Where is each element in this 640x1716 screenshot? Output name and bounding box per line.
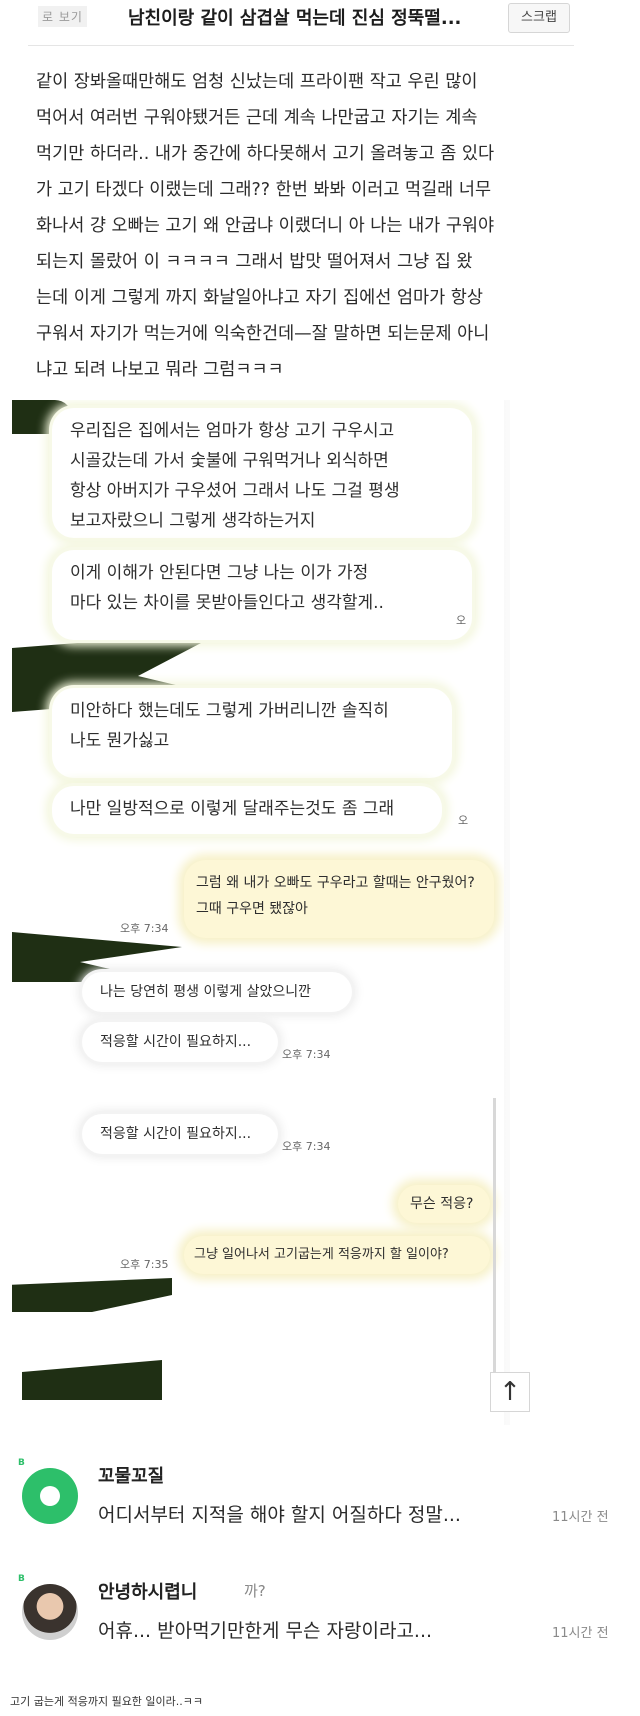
message-bubble: 적응할 시간이 필요하지...	[82, 1022, 278, 1062]
post-category-tag[interactable]: 로 보기	[38, 6, 87, 27]
comment-text: 어휴... 받아먹기만한게 무슨 자랑이라고...	[98, 1620, 433, 1642]
post-header: 로 보기 남친이랑 같이 삼겹살 먹는데 진심 정뚝떨... 스크랩	[28, 0, 574, 46]
chat-screenshot: 우리집은 집에서는 엄마가 항상 고기 구우시고 시골갔는데 가서 숯불에 구워…	[12, 400, 504, 1425]
caption-text: 고기 굽는게 적응까지 필요한 일이라..ㅋㅋ	[10, 1695, 204, 1708]
comment-author[interactable]: 꼬물꼬질	[98, 1462, 164, 1488]
message-bubble-mine: 무슨 적응?	[398, 1185, 490, 1223]
comment-item: B 안녕하시렵니 까? 어휴... 받아먹기만한게 무슨 자랑이라고... 11…	[18, 1568, 628, 1668]
post-title: 남친이랑 같이 삼겹살 먹는데 진심 정뚝떨...	[128, 8, 462, 29]
comment-time: 11시간 전	[552, 1626, 609, 1641]
message-bubble: 이게 이해가 안된다면 그냥 나는 이가 가정 마다 있는 차이를 못받아들인다…	[52, 550, 472, 640]
user-avatar[interactable]	[22, 1468, 78, 1524]
message-time: 오후 7:35	[120, 1258, 169, 1271]
member-badge: B	[18, 1458, 25, 1468]
message-bubble: 나만 일방적으로 이렇게 달래주는것도 좀 그래	[52, 786, 442, 834]
arrow-up-icon: ↑	[499, 1377, 521, 1407]
user-avatar[interactable]	[22, 1584, 78, 1640]
post-body-text: 같이 장봐올때만해도 엄청 신났는데 프라이팬 작고 우린 많이 먹어서 여러번…	[36, 72, 495, 380]
message-bubble: 미안하다 했는데도 그렇게 가버리니깐 솔직히 나도 뭔가싫고	[52, 688, 452, 778]
message-time: 오후 7:34	[282, 1140, 331, 1153]
message-time: 오후 7:34	[282, 1048, 331, 1061]
member-badge: B	[18, 1574, 25, 1584]
scrap-button[interactable]: 스크랩	[508, 3, 570, 33]
comment-author-suffix: 까?	[244, 1582, 266, 1600]
message-bubble-mine: 그럼 왜 내가 오빠도 구우라고 할때는 안구웠어? 그때 구우면 됐잖아	[184, 860, 494, 938]
scrollbar[interactable]	[493, 1098, 496, 1383]
post-card: 로 보기 남친이랑 같이 삼겹살 먹는데 진심 정뚝떨... 스크랩 같이 장봐…	[28, 0, 574, 395]
censored-avatar	[12, 1278, 172, 1312]
censored-avatar	[22, 1360, 162, 1400]
message-bubble-mine: 그냥 일어나서 고기굽는게 적응까지 할 일이야?	[184, 1236, 490, 1274]
comment-text: 어디서부터 지적을 해야 할지 어질하다 정말...	[98, 1504, 461, 1526]
message-bubble: 적응할 시간이 필요하지...	[82, 1114, 278, 1154]
scroll-top-button[interactable]: ↑	[490, 1372, 530, 1412]
message-bubble: 나는 당연히 평생 이렇게 살았으니깐	[82, 972, 352, 1012]
read-mark: 오	[456, 614, 467, 627]
comment-time: 11시간 전	[552, 1510, 609, 1525]
message-bubble: 우리집은 집에서는 엄마가 항상 고기 구우시고 시골갔는데 가서 숯불에 구워…	[52, 408, 472, 538]
comment-item: B 꼬물꼬질 어디서부터 지적을 해야 할지 어질하다 정말... 11시간 전	[18, 1452, 628, 1552]
message-time: 오후 7:34	[120, 922, 169, 935]
read-mark: 오	[458, 814, 469, 827]
comment-author[interactable]: 안녕하시렵니	[98, 1578, 197, 1604]
